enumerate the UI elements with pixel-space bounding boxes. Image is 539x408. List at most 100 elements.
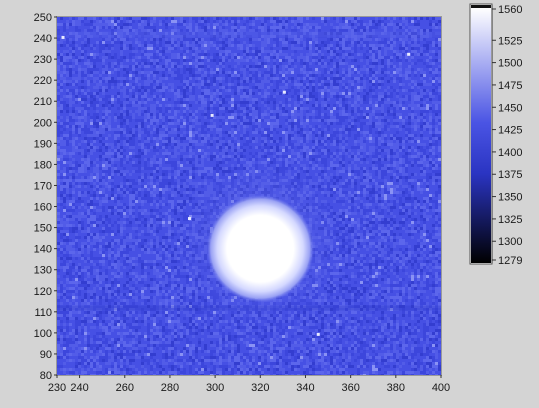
noise-pixel (342, 26, 345, 29)
noise-pixel (96, 122, 99, 125)
noise-pixel (312, 53, 315, 56)
noise-pixel (384, 68, 387, 71)
noise-pixel (177, 89, 180, 92)
noise-pixel (378, 188, 381, 191)
noise-pixel (285, 80, 288, 83)
noise-pixel (180, 185, 183, 188)
noise-pixel (183, 137, 186, 140)
noise-pixel (402, 83, 405, 86)
noise-pixel (264, 92, 267, 95)
noise-pixel (339, 41, 342, 44)
noise-pixel (381, 176, 384, 179)
noise-pixel (342, 83, 345, 86)
noise-pixel (147, 131, 150, 134)
noise-pixel (219, 152, 222, 155)
noise-pixel (429, 29, 432, 32)
noise-pixel (105, 17, 108, 20)
noise-pixel (60, 104, 63, 107)
noise-pixel (408, 68, 411, 71)
noise-pixel (408, 59, 411, 62)
noise-pixel (315, 47, 318, 50)
noise-pixel (195, 161, 198, 164)
noise-pixel (330, 164, 333, 167)
noise-pixel (315, 101, 318, 104)
noise-pixel (348, 131, 351, 134)
noise-pixel (267, 107, 270, 110)
noise-pixel (162, 74, 165, 77)
noise-pixel (279, 23, 282, 26)
noise-pixel (234, 149, 237, 152)
noise-pixel (93, 23, 96, 26)
noise-pixel (405, 23, 408, 26)
noise-pixel (318, 44, 321, 47)
noise-pixel (195, 116, 198, 119)
noise-pixel (99, 74, 102, 77)
noise-pixel (273, 128, 276, 131)
noise-pixel (348, 17, 351, 20)
noise-pixel (408, 56, 411, 59)
noise-pixel (330, 143, 333, 146)
noise-pixel (189, 149, 192, 152)
noise-pixel (360, 74, 363, 77)
noise-pixel (156, 161, 159, 164)
noise-pixel (321, 95, 324, 98)
noise-pixel (192, 38, 195, 41)
noise-pixel (231, 101, 234, 104)
noise-pixel (129, 140, 132, 143)
noise-pixel (282, 26, 285, 29)
noise-pixel (180, 38, 183, 41)
noise-pixel (201, 98, 204, 101)
noise-pixel (156, 149, 159, 152)
noise-pixel (75, 89, 78, 92)
noise-pixel (435, 164, 438, 167)
noise-pixel (222, 23, 225, 26)
noise-pixel (171, 170, 174, 173)
noise-pixel (195, 140, 198, 143)
noise-pixel (387, 155, 390, 158)
noise-pixel (246, 107, 249, 110)
noise-pixel (198, 56, 201, 59)
noise-pixel (399, 17, 402, 20)
noise-pixel (183, 179, 186, 182)
noise-pixel (84, 50, 87, 53)
noise-pixel (282, 149, 285, 152)
noise-pixel (72, 131, 75, 134)
noise-pixel (228, 110, 231, 113)
noise-pixel (381, 65, 384, 68)
noise-pixel (162, 182, 165, 185)
noise-pixel (300, 38, 303, 41)
noise-pixel (240, 47, 243, 50)
noise-pixel (171, 74, 174, 77)
noise-pixel (285, 44, 288, 47)
noise-pixel (381, 140, 384, 143)
noise-pixel (204, 95, 207, 98)
noise-pixel (180, 104, 183, 107)
noise-pixel (198, 173, 201, 176)
noise-pixel (363, 134, 366, 137)
noise-pixel (162, 95, 165, 98)
noise-pixel (123, 143, 126, 146)
noise-pixel (189, 137, 192, 140)
noise-pixel (303, 77, 306, 80)
noise-pixel (420, 53, 423, 56)
noise-pixel (96, 134, 99, 137)
noise-pixel (210, 68, 213, 71)
noise-pixel (264, 65, 267, 68)
noise-pixel (153, 29, 156, 32)
noise-pixel (255, 83, 258, 86)
noise-pixel (177, 56, 180, 59)
noise-pixel (93, 140, 96, 143)
noise-pixel (339, 128, 342, 131)
noise-pixel (267, 122, 270, 125)
noise-pixel (69, 47, 72, 50)
noise-pixel (90, 179, 93, 182)
noise-pixel (201, 125, 204, 128)
noise-pixel (225, 20, 228, 23)
noise-pixel (171, 56, 174, 59)
noise-pixel (306, 131, 309, 134)
noise-pixel (300, 20, 303, 23)
noise-pixel (348, 128, 351, 131)
noise-pixel (357, 128, 360, 131)
noise-pixel (99, 155, 102, 158)
noise-pixel (378, 101, 381, 104)
